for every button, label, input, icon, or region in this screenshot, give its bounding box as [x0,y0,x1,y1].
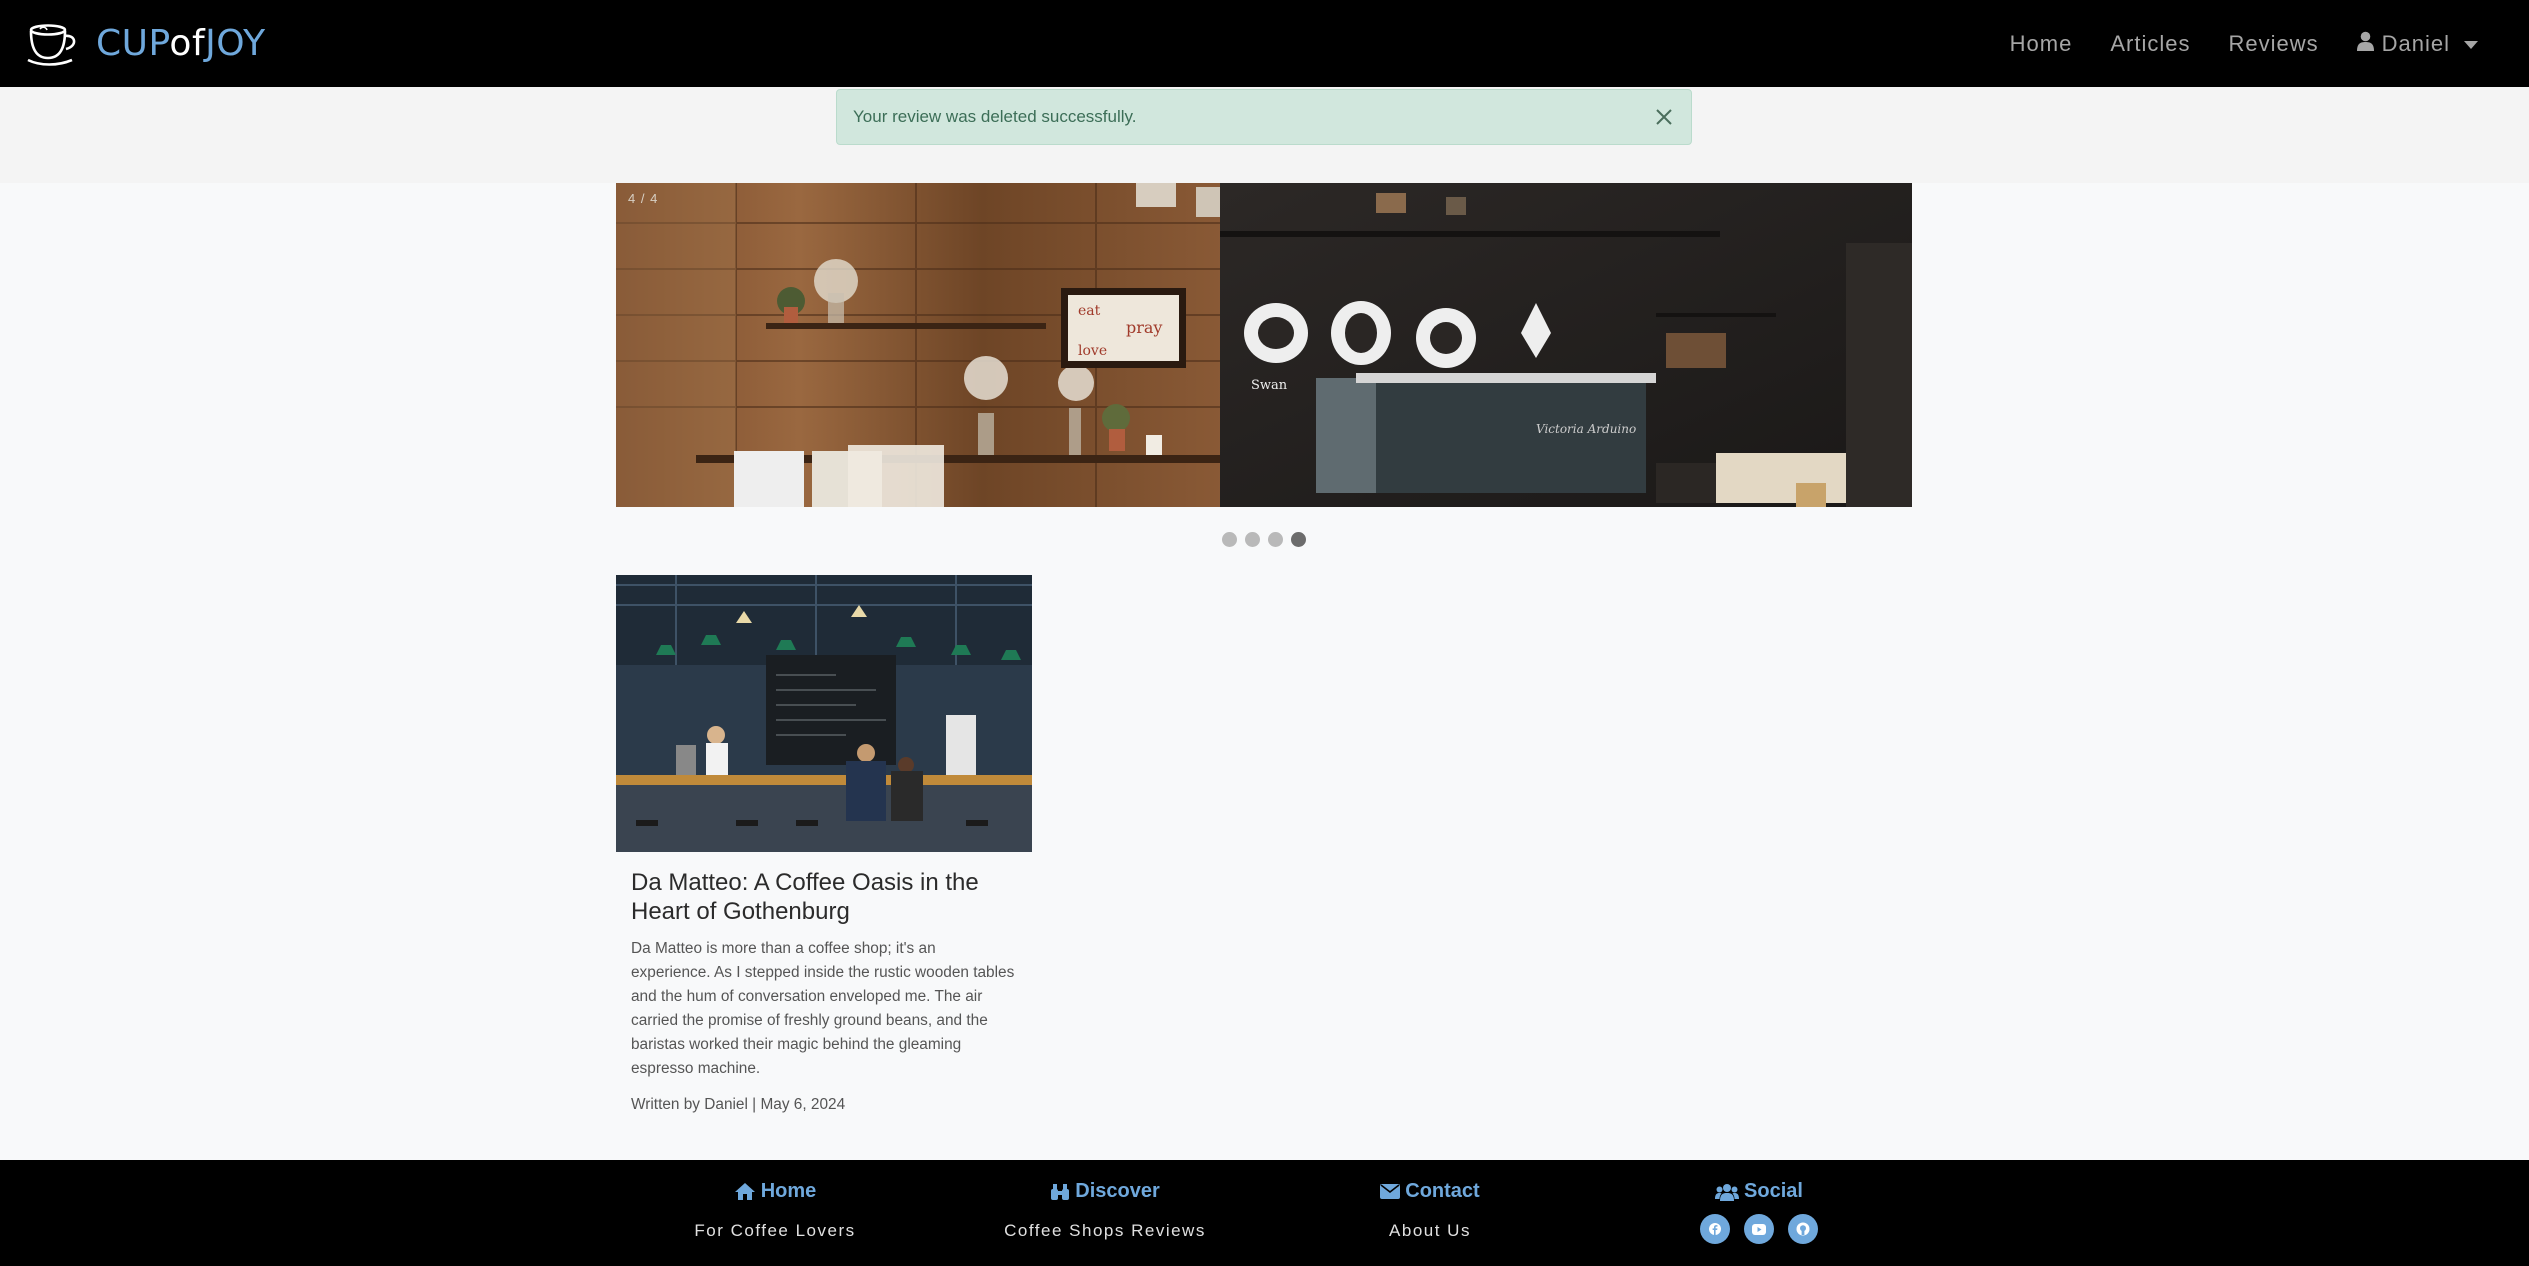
brand-name-cup: CUP [96,23,170,64]
footer-discover-label: Discover [1075,1180,1160,1202]
envelope-icon [1380,1184,1401,1199]
footer-contact-label: Contact [1405,1180,1480,1202]
svg-text:love: love [1078,343,1107,359]
article-card[interactable]: Da Matteo: A Coffee Oasis in the Heart o… [616,575,1032,1114]
coffee-cup-icon [26,22,80,66]
carousel-slide-image: eat pray love Swan Victoria Arduino [616,183,1912,507]
svg-text:eat: eat [1078,303,1101,319]
article-excerpt: Da Matteo is more than a coffee shop; it… [631,940,1015,1077]
nav-home-link[interactable]: Home [1991,31,2092,57]
footer-for-coffee-lovers-link[interactable]: For Coffee Lovers [645,1221,905,1241]
svg-text:pray: pray [1126,318,1162,337]
footer-col-discover: Discover Coffee Shops Reviews [975,1180,1235,1241]
nav-articles-link[interactable]: Articles [2091,31,2209,57]
user-name: Daniel [2381,30,2450,56]
footer-about-us-link[interactable]: About Us [1300,1221,1560,1241]
close-icon[interactable] [1651,104,1677,130]
youtube-icon[interactable] [1744,1214,1774,1244]
success-alert: Your review was deleted successfully. [836,89,1692,145]
footer-home-link[interactable]: Home [645,1180,905,1203]
github-icon[interactable] [1788,1214,1818,1244]
brand-logo[interactable]: CUPofJOY [26,22,266,66]
user-icon [2356,31,2374,57]
caret-down-icon [2464,40,2478,49]
brand-name-joy: JOY [205,23,266,64]
binoculars-icon [1050,1183,1070,1201]
carousel-indicator-3[interactable] [1268,532,1283,547]
facebook-icon[interactable] [1700,1214,1730,1244]
footer-col-contact: Contact About Us [1300,1180,1560,1241]
article-card-body: Da Matteo: A Coffee Oasis in the Heart o… [616,852,1032,1114]
carousel-indicator-2[interactable] [1245,532,1260,547]
carousel-indicator-4[interactable] [1291,532,1306,547]
slide-counter: 4 / 4 [628,191,659,206]
footer-social-label: Social [1744,1180,1803,1202]
hero-carousel[interactable]: eat pray love Swan Victoria Arduino 4 / … [616,183,1912,507]
alert-message: Your review was deleted successfully. [853,107,1137,126]
footer-social-heading: Social [1629,1180,1889,1203]
svg-text:Victoria Arduino: Victoria Arduino [1536,422,1636,436]
footer-discover-link[interactable]: Discover [975,1180,1235,1203]
brand-name: CUPofJOY [96,23,266,64]
users-icon [1715,1183,1740,1201]
footer-col-home: Home For Coffee Lovers [645,1180,905,1241]
nav-reviews-link[interactable]: Reviews [2209,31,2337,57]
article-card-image [616,575,1032,852]
article-title[interactable]: Da Matteo: A Coffee Oasis in the Heart o… [631,868,1016,926]
footer-home-label: Home [760,1180,817,1202]
home-icon [734,1182,756,1201]
footer-col-social: Social [1629,1180,1889,1244]
footer: Home For Coffee Lovers Discover Coffee S… [0,1160,2529,1266]
footer-coffee-shops-reviews-link[interactable]: Coffee Shops Reviews [975,1221,1235,1241]
brand-name-of: of [169,23,206,64]
carousel-indicators [1222,532,1306,547]
user-menu-dropdown[interactable]: Daniel [2338,31,2497,57]
nav-links: Home Articles Reviews Daniel [1991,31,2497,57]
alert-area: Your review was deleted successfully. [0,87,2529,183]
article-meta: Written by Daniel | May 6, 2024 [631,1096,846,1113]
social-links [1629,1214,1889,1244]
footer-contact-link[interactable]: Contact [1300,1180,1560,1203]
navbar: CUPofJOY Home Articles Reviews Daniel [0,0,2529,87]
svg-text:Swan: Swan [1251,378,1288,393]
carousel-indicator-1[interactable] [1222,532,1237,547]
